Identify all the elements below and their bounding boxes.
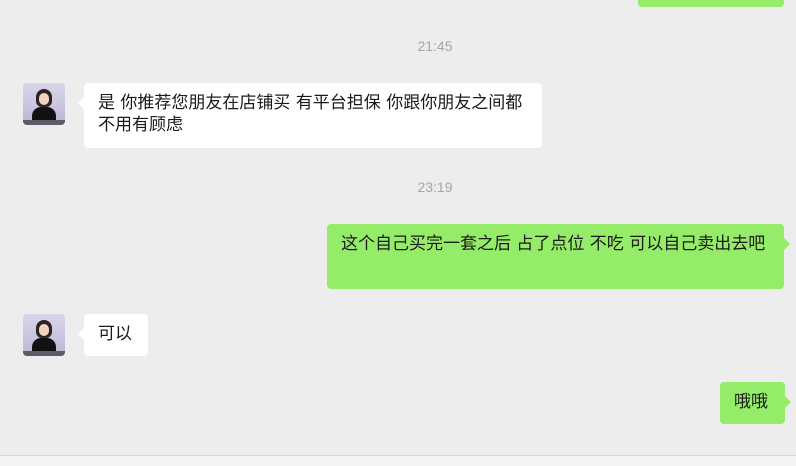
message-text: 是 你推荐您朋友在店铺买 有平台担保 你跟你朋友之间都不用有顾虑 <box>98 93 523 135</box>
previous-outgoing-message-bubble[interactable] <box>638 0 784 7</box>
message-text: 这个自己买完一套之后 占了点位 不吃 可以自己卖出去吧 <box>341 234 766 254</box>
message-text: 哦哦 <box>734 392 768 412</box>
incoming-message-bubble[interactable]: 是 你推荐您朋友在店铺买 有平台担保 你跟你朋友之间都不用有顾虑 <box>78 83 542 148</box>
incoming-message-bubble[interactable]: 可以 <box>78 314 148 356</box>
timestamp: 21:45 <box>417 38 453 54</box>
message-text: 可以 <box>98 324 132 344</box>
outgoing-message-bubble[interactable]: 这个自己买完一套之后 占了点位 不吃 可以自己卖出去吧 <box>327 224 790 289</box>
contact-avatar[interactable] <box>23 83 65 125</box>
message-input-area[interactable] <box>0 456 796 466</box>
chat-message-area[interactable]: 21:45 是 你推荐您朋友在店铺买 有平台担保 你跟你朋友之间都不用有顾虑 2… <box>0 0 796 466</box>
outgoing-message-bubble[interactable]: 哦哦 <box>720 382 791 424</box>
contact-avatar[interactable] <box>23 314 65 356</box>
timestamp: 23:19 <box>417 179 453 195</box>
